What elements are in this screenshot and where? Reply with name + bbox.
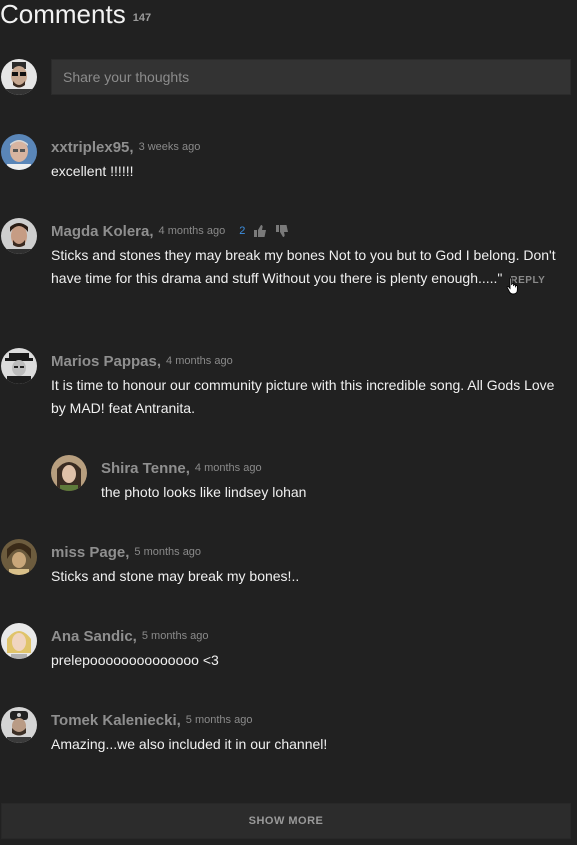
comment-text: prelepoooooooooooooo <3 [51,652,219,668]
avatar[interactable] [1,623,37,659]
comment-author[interactable]: Magda Kolera, [51,223,154,240]
comment-author[interactable]: Ana Sandic, [51,628,137,645]
comment-time: 4 months ago [166,355,233,367]
comment-time: 5 months ago [134,546,202,558]
comment-time: 4 months ago [158,225,226,237]
comment-text: the photo looks like lindsey lohan [101,484,307,500]
avatar[interactable] [1,218,37,254]
thumbs-up-icon[interactable] [253,224,267,238]
comment-time: 5 months ago [185,714,253,726]
show-more-button[interactable]: SHOW MORE [1,803,571,839]
comments-title: Comments [0,0,126,29]
comment-time: 5 months ago [141,630,209,642]
comment-text: Sticks and stones they may break my bone… [51,247,556,286]
avatar[interactable] [1,707,37,743]
avatar[interactable] [1,539,37,575]
comment-author[interactable]: Shira Tenne, [101,460,190,477]
comment-author[interactable]: xxtriplex95, [51,139,134,156]
comment-author[interactable]: miss Page, [51,544,129,561]
comment-text-block: Sticks and stones they may break my bone… [51,244,571,292]
like-count: 2 [239,225,246,237]
comments-header: Comments 147 [0,0,151,30]
avatar[interactable] [51,455,87,491]
thumbs-down-icon[interactable] [275,224,289,238]
comment-time: 3 weeks ago [138,141,201,153]
avatar[interactable] [1,134,37,170]
comments-count: 147 [132,12,152,24]
current-user-avatar [1,59,37,95]
comment-composer [1,59,571,95]
comment-text: excellent !!!!!! [51,163,134,179]
comment-time: 4 months ago [194,462,262,474]
comment-text: Amazing...we also included it in our cha… [51,736,328,752]
hand-pointer-icon [506,277,520,295]
comment-input[interactable] [51,59,571,95]
comment-author[interactable]: Tomek Kaleniecki, [51,712,181,729]
comment-text: It is time to honour our community pictu… [51,377,555,416]
avatar[interactable] [1,348,37,384]
comment-text: Sticks and stone may break my bones!.. [51,568,300,584]
comment-author[interactable]: Marios Pappas, [51,353,161,370]
